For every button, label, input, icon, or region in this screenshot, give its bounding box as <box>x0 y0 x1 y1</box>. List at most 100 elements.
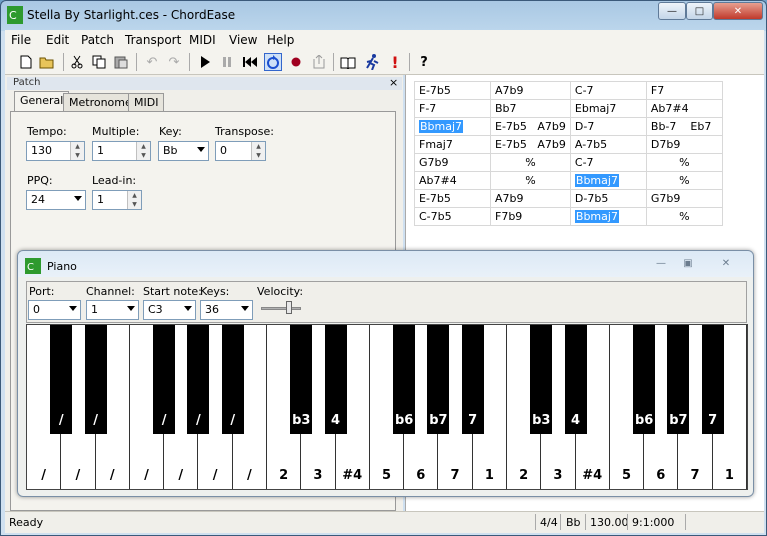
keys-select[interactable]: 36 <box>200 300 253 320</box>
chord-cell[interactable]: C-7b5 <box>414 207 491 226</box>
chord-cell[interactable]: D-7 <box>569 117 647 136</box>
undo-icon[interactable]: ↶ <box>143 53 161 71</box>
chord-cell[interactable]: Bb7 <box>490 99 571 118</box>
black-key[interactable]: / <box>84 325 107 434</box>
tab-midi[interactable]: MIDI <box>128 93 165 111</box>
chord-cell[interactable]: E-7b5 <box>414 81 491 100</box>
velocity-slider-thumb[interactable] <box>286 301 292 314</box>
black-key[interactable]: b3 <box>530 325 553 434</box>
black-key[interactable]: 7 <box>701 325 724 434</box>
transpose-spinner[interactable]: 0 ▲ ▼ <box>215 141 266 161</box>
ppq-select[interactable]: 24 <box>26 190 86 210</box>
record-icon[interactable] <box>287 53 305 71</box>
chord-cell[interactable]: G7b9 <box>414 153 491 172</box>
open-folder-icon[interactable] <box>38 53 56 71</box>
chord-cell[interactable]: F-7 <box>414 99 491 118</box>
tempo-spinner[interactable]: 130 ▲ ▼ <box>26 141 85 161</box>
chord-cell[interactable]: % <box>490 171 571 190</box>
chord-cell[interactable]: % <box>645 153 723 172</box>
menu-midi[interactable]: MIDI <box>189 33 216 47</box>
chord-cell[interactable]: C-7 <box>569 81 647 100</box>
white-key-label: / <box>246 468 252 483</box>
redo-icon[interactable]: ↷ <box>165 53 183 71</box>
alert-icon[interactable]: ! <box>386 53 404 72</box>
maximize-button[interactable]: □ <box>686 2 713 20</box>
multiple-spinner[interactable]: 1 ▲ ▼ <box>92 141 151 161</box>
chord-cell[interactable]: G7b9 <box>645 189 723 208</box>
export-icon[interactable] <box>310 53 328 71</box>
velocity-slider[interactable] <box>261 307 301 310</box>
white-key-label: #4 <box>342 468 363 483</box>
piano-close-icon[interactable]: ✕ <box>711 256 741 270</box>
piano-minimize-icon[interactable]: — <box>648 256 674 270</box>
black-key[interactable]: 4 <box>564 325 587 434</box>
spinner-arrows-icon[interactable]: ▲ ▼ <box>70 142 84 160</box>
chord-cell[interactable]: C-7 <box>569 153 647 172</box>
port-select[interactable]: 0 <box>28 300 81 320</box>
menu-file[interactable]: File <box>11 33 31 47</box>
chord-cell[interactable]: D7b9 <box>645 135 723 154</box>
close-button[interactable]: ✕ <box>713 2 763 20</box>
key-select[interactable]: Bb <box>158 141 209 161</box>
chord-cell[interactable]: Fmaj7 <box>414 135 491 154</box>
chord-cell[interactable]: F7 <box>645 81 723 100</box>
chord-cell[interactable]: A7b9 <box>490 81 571 100</box>
copy-icon[interactable] <box>90 53 108 71</box>
minimize-button[interactable]: — <box>658 2 686 20</box>
chord-cell[interactable]: Bbmaj7 <box>569 171 647 190</box>
chord-cell[interactable]: % <box>490 153 571 172</box>
rewind-icon[interactable] <box>241 53 259 71</box>
piano-maximize-icon[interactable]: ▣ <box>675 256 701 270</box>
new-file-icon[interactable] <box>17 53 35 71</box>
spinner-arrows-icon[interactable]: ▲ ▼ <box>251 142 265 160</box>
chord-cell[interactable]: E-7b5 A7b9 <box>490 117 571 136</box>
black-key[interactable]: b7 <box>667 325 690 434</box>
tab-general[interactable]: General <box>14 91 70 112</box>
chord-cell[interactable]: Bbmaj7 <box>414 117 491 136</box>
chord-cell[interactable]: Ebmaj7 <box>569 99 647 118</box>
patch-pane-close-icon[interactable]: × <box>389 76 398 89</box>
start-note-select[interactable]: C3 <box>143 300 196 320</box>
chord-cell[interactable]: A7b9 <box>490 189 571 208</box>
cut-icon[interactable] <box>68 53 86 71</box>
chord-cell[interactable]: E-7b5 <box>414 189 491 208</box>
chord-cell[interactable]: Bb-7 Eb7 <box>645 117 723 136</box>
menu-transport[interactable]: Transport <box>125 33 181 47</box>
book-icon[interactable] <box>339 53 357 71</box>
loop-icon[interactable] <box>264 53 282 71</box>
black-key[interactable]: / <box>153 325 176 434</box>
chord-cell[interactable]: A-7b5 <box>569 135 647 154</box>
black-key[interactable]: 4 <box>324 325 347 434</box>
chord-cell[interactable]: E-7b5 A7b9 <box>490 135 571 154</box>
menu-edit[interactable]: Edit <box>46 33 69 47</box>
help-icon[interactable]: ? <box>415 53 433 71</box>
leadin-spinner[interactable]: 1 ▲ ▼ <box>92 190 142 210</box>
black-key[interactable]: / <box>187 325 210 434</box>
black-key[interactable]: 7 <box>461 325 484 434</box>
paste-icon[interactable] <box>112 53 130 71</box>
black-key[interactable]: b6 <box>393 325 416 434</box>
chord-cell[interactable]: D-7b5 <box>569 189 647 208</box>
chord-cell[interactable]: % <box>645 171 723 190</box>
menu-help[interactable]: Help <box>267 33 294 47</box>
play-icon[interactable] <box>196 53 214 71</box>
running-man-icon[interactable] <box>363 53 381 71</box>
chord-cell[interactable]: F7b9 <box>490 207 571 226</box>
black-key[interactable]: b6 <box>633 325 656 434</box>
spinner-arrows-icon[interactable]: ▲ ▼ <box>136 142 150 160</box>
pause-icon[interactable] <box>218 53 236 71</box>
chord-cell[interactable]: Ab7#4 <box>645 99 723 118</box>
black-key[interactable]: b7 <box>427 325 450 434</box>
tab-metronome[interactable]: Metronome <box>63 93 138 111</box>
chord-cell[interactable]: Bbmaj7 <box>569 207 647 226</box>
channel-select[interactable]: 1 <box>86 300 139 320</box>
chord-cell[interactable]: Ab7#4 <box>414 171 491 190</box>
black-key[interactable]: / <box>50 325 73 434</box>
menu-patch[interactable]: Patch <box>81 33 114 47</box>
piano-controls: Port: 0 Channel: 1 Start note: C3 Keys: … <box>26 281 747 323</box>
chord-cell[interactable]: % <box>645 207 723 226</box>
spinner-arrows-icon[interactable]: ▲ ▼ <box>127 191 141 209</box>
menu-view[interactable]: View <box>229 33 257 47</box>
black-key[interactable]: b3 <box>290 325 313 434</box>
black-key[interactable]: / <box>221 325 244 434</box>
